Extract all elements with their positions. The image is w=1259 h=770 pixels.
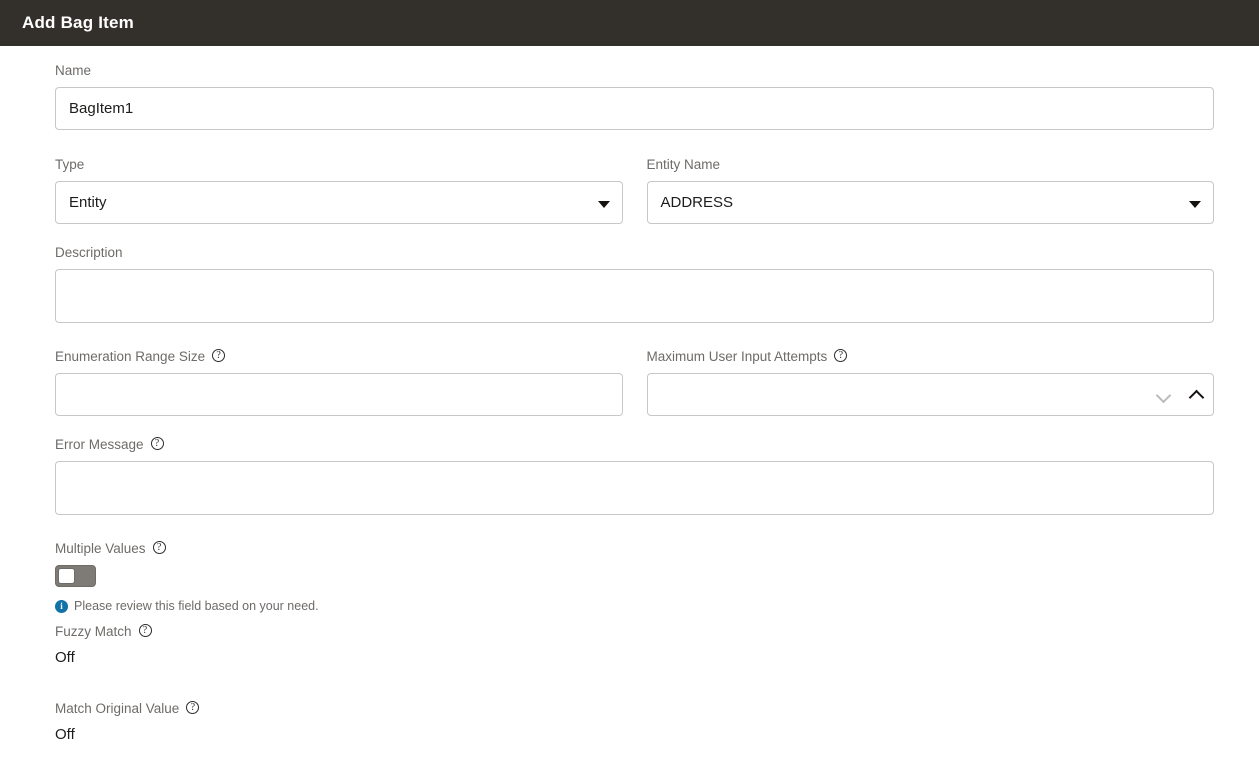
field-multiple-values: Multiple Values i Please review this fie… [55,538,1214,613]
label-line-type: Type [55,154,623,176]
entity-name-select-value: ADDRESS [661,194,734,211]
multiple-values-note: i Please review this field based on your… [55,599,1214,613]
description-textarea[interactable] [55,269,1214,323]
field-match-original-value: Match Original Value Off [55,698,1214,745]
label-line-entity-name: Entity Name [647,154,1215,176]
label-entity-name: Entity Name [647,157,721,173]
help-circle-icon[interactable] [139,624,152,637]
label-enumeration-range-size: Enumeration Range Size [55,349,205,365]
maximum-user-input-attempts-spinner [647,373,1215,416]
add-bag-item-dialog: Add Bag Item Name Type Entity [0,0,1259,770]
label-description: Description [55,245,123,261]
label-type: Type [55,157,84,173]
help-circle-icon[interactable] [153,541,166,554]
label-line-maximum-user-input-attempts: Maximum User Input Attempts [647,346,1215,368]
label-match-original-value: Match Original Value [55,701,179,717]
label-error-message: Error Message [55,437,144,453]
error-message-textarea[interactable] [55,461,1214,515]
match-original-value-value: Off [55,725,1214,745]
label-maximum-user-input-attempts: Maximum User Input Attempts [647,349,828,365]
row-type-entity: Type Entity Entity Name ADDRESS [55,154,1214,224]
label-line-multiple-values: Multiple Values [55,538,1214,560]
label-line-name: Name [55,60,1214,82]
multiple-values-note-text: Please review this field based on your n… [74,599,319,613]
fuzzy-match-value: Off [55,648,1214,668]
chevron-up-icon[interactable] [1189,387,1204,402]
entity-name-select[interactable]: ADDRESS [647,181,1215,224]
enumeration-range-size-input[interactable] [55,373,623,416]
field-enumeration-range-size: Enumeration Range Size [55,346,623,416]
info-circle-icon: i [55,600,68,613]
spinner-buttons [1156,373,1204,416]
maximum-user-input-attempts-input[interactable] [647,373,1215,416]
label-line-enumeration-range-size: Enumeration Range Size [55,346,623,368]
field-name: Name [55,60,1214,130]
label-line-match-original-value: Match Original Value [55,698,1214,720]
multiple-values-toggle[interactable] [55,565,96,587]
label-line-fuzzy-match: Fuzzy Match [55,621,1214,643]
field-fuzzy-match: Fuzzy Match Off [55,621,1214,668]
type-select[interactable]: Entity [55,181,623,224]
dialog-header: Add Bag Item [0,0,1259,46]
dialog-title: Add Bag Item [22,13,134,33]
help-circle-icon[interactable] [212,349,225,362]
help-circle-icon[interactable] [186,701,199,714]
label-line-error-message: Error Message [55,434,1214,456]
chevron-down-icon[interactable] [1156,387,1171,402]
row-enum-attempts: Enumeration Range Size Maximum User Inpu… [55,346,1214,416]
entity-name-select-wrap: ADDRESS [647,181,1215,224]
name-input[interactable] [55,87,1214,130]
form-body: Name Type Entity Entity Name [0,46,1259,745]
type-select-wrap: Entity [55,181,623,224]
field-entity-name: Entity Name ADDRESS [647,154,1215,224]
toggle-knob [58,568,75,584]
label-multiple-values: Multiple Values [55,541,146,557]
help-circle-icon[interactable] [151,437,164,450]
field-type: Type Entity [55,154,623,224]
label-name: Name [55,63,91,79]
field-description: Description [55,242,1214,328]
help-circle-icon[interactable] [834,349,847,362]
field-maximum-user-input-attempts: Maximum User Input Attempts [647,346,1215,416]
field-error-message: Error Message [55,434,1214,520]
label-fuzzy-match: Fuzzy Match [55,624,132,640]
type-select-value: Entity [69,194,107,211]
label-line-description: Description [55,242,1214,264]
